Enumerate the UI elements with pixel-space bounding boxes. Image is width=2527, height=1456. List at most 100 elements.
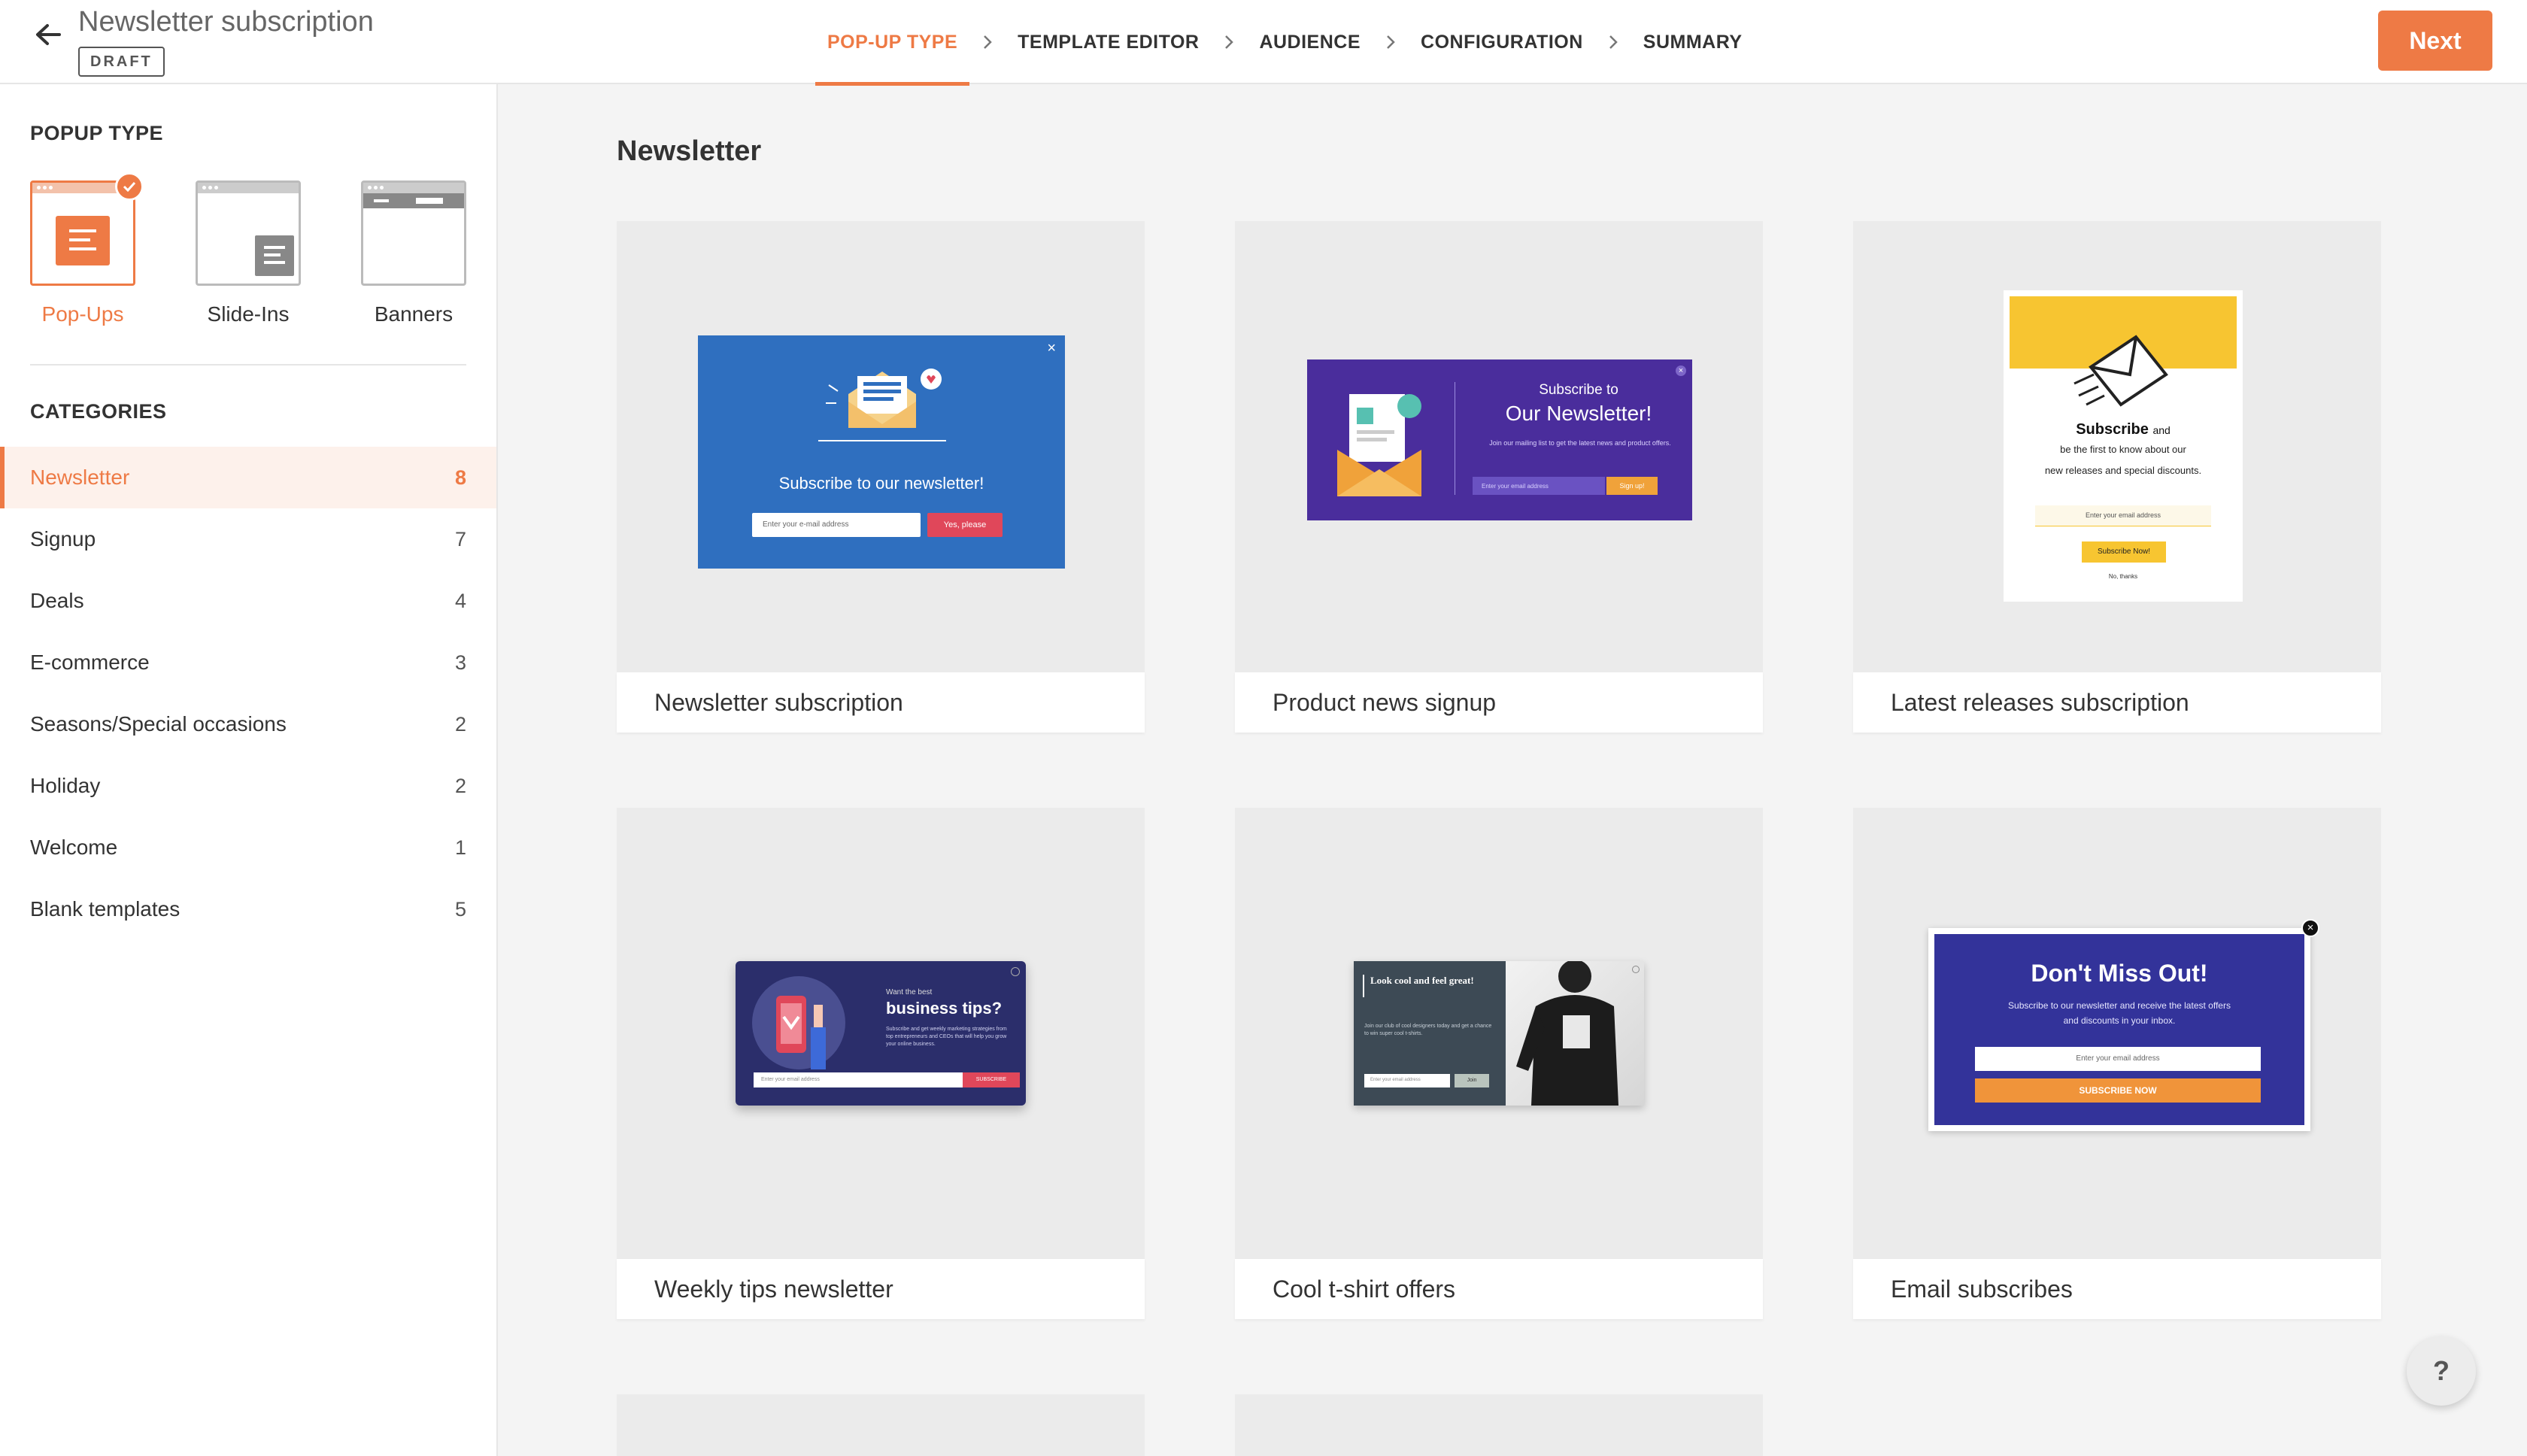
status-badge: DRAFT — [78, 47, 165, 77]
category-label: Newsletter — [30, 466, 130, 489]
template-card-partial[interactable] — [1235, 1394, 1763, 1456]
popup-headline: Our Newsletter! — [1505, 402, 1652, 425]
category-seasons[interactable]: Seasons/Special occasions 2 — [0, 693, 496, 755]
category-label: Blank templates — [30, 897, 180, 921]
category-ecommerce[interactable]: E-commerce 3 — [0, 632, 496, 693]
email-input-mock: Enter your email address — [1473, 477, 1605, 495]
category-blank-templates[interactable]: Blank templates 5 — [0, 878, 496, 940]
email-input-mock: Enter your e-mail address — [752, 513, 921, 537]
email-input-mock: Enter your email address — [1364, 1074, 1450, 1087]
popup-mock: × Subscribe to our newsletter! Enter you… — [698, 335, 1065, 569]
help-button[interactable]: ? — [2407, 1336, 2476, 1406]
submit-button-mock: Yes, please — [927, 513, 1003, 537]
template-card-newsletter-subscription[interactable]: × Subscribe to our newsletter! Enter you… — [617, 221, 1145, 733]
popups-thumbnail — [30, 172, 144, 286]
popup-panel: Don't Miss Out! Subscribe to our newslet… — [1934, 934, 2304, 1125]
category-signup[interactable]: Signup 7 — [0, 508, 496, 570]
popup-mock: Subscribe and be the first to know about… — [2004, 290, 2243, 602]
banner-icon — [363, 193, 464, 208]
template-card-latest-releases-subscription[interactable]: Subscribe and be the first to know about… — [1853, 221, 2381, 733]
email-input-mock: Enter your email address — [2035, 505, 2211, 526]
divider — [30, 364, 466, 366]
popup-body: Subscribe and get weekly marketing strat… — [886, 1027, 1007, 1047]
category-label: Deals — [30, 589, 84, 612]
step-template-editor[interactable]: TEMPLATE EDITOR — [1006, 0, 1211, 84]
popup-body: Join our club of cool designers today an… — [1364, 1024, 1492, 1036]
template-card-email-subscribes[interactable]: Don't Miss Out! Subscribe to our newslet… — [1853, 808, 2381, 1319]
chevron-right-icon — [1373, 34, 1409, 50]
template-card-partial[interactable] — [617, 1394, 1145, 1456]
template-card-weekly-tips-newsletter[interactable]: Want the best business tips? Subscribe a… — [617, 808, 1145, 1319]
category-newsletter[interactable]: Newsletter 8 — [0, 447, 496, 508]
category-count: 2 — [454, 712, 466, 736]
category-count: 3 — [454, 651, 466, 674]
slide-in-icon — [255, 235, 294, 276]
popup-headline-line: Subscribe and — [2004, 421, 2243, 438]
step-popup-type[interactable]: POP-UP TYPE — [815, 0, 970, 86]
template-preview: Subscribe and be the first to know about… — [1853, 221, 2381, 672]
email-input-mock: Enter your email address — [754, 1072, 963, 1087]
category-label: Holiday — [30, 774, 101, 797]
category-label: E-commerce — [30, 651, 150, 674]
close-icon: × — [1676, 366, 1686, 376]
wizard-steps: POP-UP TYPE TEMPLATE EDITOR AUDIENCE CON… — [815, 0, 1755, 86]
template-caption: Weekly tips newsletter — [617, 1259, 1145, 1319]
category-count: 7 — [454, 527, 466, 551]
popup-headline: Subscribe to our newsletter! — [778, 474, 984, 493]
popup-body: Subscribe to our newsletter and receive … — [2008, 1000, 2231, 1011]
category-holiday[interactable]: Holiday 2 — [0, 755, 496, 817]
template-caption: Cool t-shirt offers — [1235, 1259, 1763, 1319]
category-count: 2 — [454, 774, 466, 797]
category-deals[interactable]: Deals 4 — [0, 570, 496, 632]
close-icon: × — [1047, 340, 1056, 356]
template-preview: × Subscribe to our newsletter! Enter you… — [617, 221, 1145, 672]
popup-type-slide-ins[interactable]: Slide-Ins — [196, 180, 301, 326]
category-label: Seasons/Special occasions — [30, 712, 287, 736]
chevron-right-icon — [1211, 34, 1247, 50]
step-summary[interactable]: SUMMARY — [1631, 0, 1755, 84]
top-header: Newsletter subscription DRAFT POP-UP TYP… — [0, 0, 2527, 86]
slide-ins-thumbnail — [196, 180, 301, 286]
decline-link-mock: No, thanks — [2108, 573, 2138, 580]
model-photo — [1506, 961, 1644, 1106]
popup-line1: Subscribe to — [1539, 382, 1618, 398]
popup-mock: Don't Miss Out! Subscribe to our newslet… — [1928, 919, 2319, 1131]
close-icon — [1632, 966, 1640, 973]
tshirt-model-icon — [1516, 961, 1618, 1106]
category-count: 1 — [454, 836, 466, 859]
popup-body: and discounts in your inbox. — [2063, 1015, 2176, 1026]
template-card-product-news-signup[interactable]: × Subscribe to Our Newsletter! Join our … — [1235, 221, 1763, 733]
sidebar: POPUP TYPE Pop-Ups Slide-Ins Banners CAT… — [0, 84, 498, 1456]
popup-headline: Look cool and feel great! — [1370, 975, 1474, 986]
popup-mock: Want the best business tips? Subscribe a… — [736, 961, 1026, 1106]
template-caption: Latest releases subscription — [1853, 672, 2381, 733]
check-icon — [115, 172, 144, 201]
category-count: 4 — [454, 589, 466, 612]
popup-type-label: Slide-Ins — [207, 302, 290, 326]
submit-button-mock: SUBSCRIBE NOW — [1975, 1078, 2261, 1103]
category-label: Signup — [30, 527, 96, 551]
popup-type-heading: POPUP TYPE — [30, 122, 164, 144]
popup-body: new releases and special discounts. — [2044, 465, 2202, 476]
back-arrow-icon[interactable] — [30, 17, 66, 53]
next-button[interactable]: Next — [2378, 11, 2492, 71]
popup-type-label: Banners — [374, 302, 454, 326]
category-welcome[interactable]: Welcome 1 — [0, 817, 496, 878]
popup-headline: Subscribe — [2076, 421, 2149, 438]
template-preview: Want the best business tips? Subscribe a… — [617, 808, 1145, 1259]
chevron-right-icon — [969, 34, 1006, 50]
step-audience[interactable]: AUDIENCE — [1247, 0, 1373, 84]
step-configuration[interactable]: CONFIGURATION — [1409, 0, 1595, 84]
phone-illustration-icon — [752, 976, 845, 1069]
template-preview: Look cool and feel great! Join our club … — [1235, 808, 1763, 1259]
popup-type-banners[interactable]: Banners — [361, 180, 466, 326]
popup-body: be the first to know about our — [2060, 444, 2186, 455]
template-preview: Don't Miss Out! Subscribe to our newslet… — [1853, 808, 2381, 1259]
popup-body: Join our mailing list to get the latest … — [1489, 439, 1671, 447]
popup-type-popups[interactable]: Pop-Ups — [30, 172, 144, 326]
submit-button-mock: Subscribe Now! — [2082, 541, 2166, 563]
template-card-cool-t-shirt-offers[interactable]: Look cool and feel great! Join our club … — [1235, 808, 1763, 1319]
section-title: Newsletter — [617, 135, 762, 167]
email-input-mock: Enter your email address — [1975, 1047, 2261, 1071]
template-caption: Email subscribes — [1853, 1259, 2381, 1319]
